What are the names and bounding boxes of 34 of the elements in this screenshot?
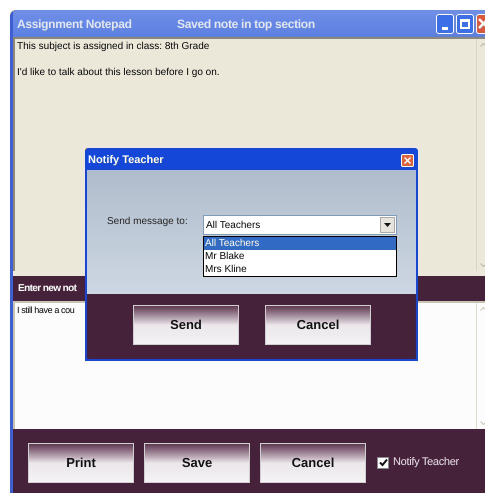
caret-icon	[384, 223, 391, 227]
note-line: I'd like to talk about this lesson before I go on.	[17, 66, 221, 79]
close-button[interactable]	[401, 154, 414, 166]
action-button[interactable]: Cancel	[260, 442, 366, 482]
action-button[interactable]: Send	[133, 305, 239, 345]
status-text: Saved note in top section	[177, 16, 315, 32]
window-title: Assignment Notepad	[17, 16, 133, 32]
section-title: Enter new not	[18, 282, 76, 296]
dropdown-value: All Teachers	[206, 218, 262, 232]
note-text: I still have a cou	[16, 304, 74, 316]
field-label: Send message to:	[107, 215, 188, 229]
minimize-icon	[442, 26, 448, 30]
dropdown-option[interactable]: All Teachers	[204, 237, 396, 250]
minimize-button[interactable]	[436, 14, 454, 34]
dropdown-option[interactable]: Mr Blake	[204, 250, 396, 263]
check-icon	[378, 458, 388, 467]
checkbox-label: Notify Teacher	[393, 455, 459, 470]
dropdown-option[interactable]: Mrs Kline	[204, 263, 396, 276]
scroll-down-icon	[480, 263, 485, 267]
dialog-title: Notify Teacher	[88, 152, 164, 168]
scroll-down-icon	[480, 421, 485, 425]
action-button[interactable]: Print	[28, 442, 134, 482]
maximize-icon	[460, 18, 470, 28]
maximize-button[interactable]	[456, 14, 474, 34]
close-icon	[404, 156, 411, 164]
scroll-up-icon	[480, 307, 485, 311]
dropdown-arrow-button[interactable]	[380, 217, 395, 233]
action-button[interactable]: Save	[144, 442, 250, 482]
recipient-dropdown[interactable]: All Teachers	[203, 215, 397, 235]
note-line: This subject is assigned in class: 8th Grade	[17, 40, 210, 53]
notify-checkbox[interactable]: Notify Teacher	[377, 454, 459, 471]
checkbox[interactable]	[377, 456, 389, 468]
scroll-up-icon	[480, 43, 485, 47]
action-button[interactable]: Cancel	[265, 305, 371, 345]
